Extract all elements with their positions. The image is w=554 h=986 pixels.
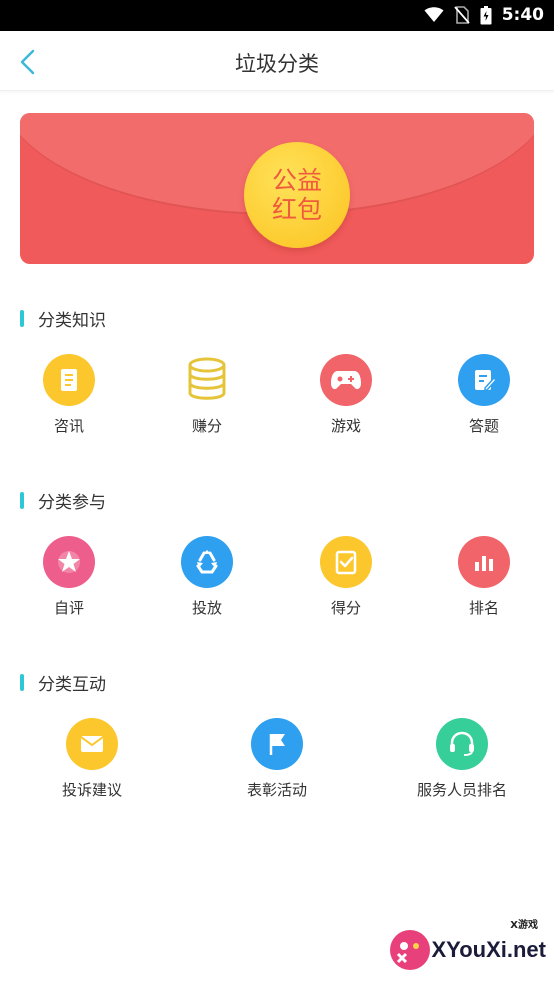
status-time: 5:40 [501,5,544,25]
gamepad-logo-icon [389,930,430,970]
site-watermark: XYouXi.net X游戏 [388,920,547,972]
section-title-interaction: 分类互动 [20,670,106,695]
mail-icon [66,718,118,770]
score-check-icon [320,536,372,588]
section-title-text: 分类互动 [38,675,106,695]
news-icon [43,354,95,406]
section-title-participation: 分类参与 [20,488,106,513]
watermark-brand: XYouXi.net [431,937,547,962]
grid-item-label: 排名 [468,599,499,617]
recycle-icon [181,536,233,588]
grid-item-self-evaluation[interactable]: 自评 [39,536,99,618]
watermark-tag: X游戏 [510,920,538,931]
status-bar: 5:40 [0,0,554,31]
charity-red-packet-banner[interactable]: 公益红包 [20,113,534,264]
bar-chart-icon [458,536,510,588]
grid-item-dispose[interactable]: 投放 [177,536,237,618]
grid-item-label: 得分 [330,599,361,617]
battery-icon [480,5,492,24]
section-title-text: 分类知识 [38,311,106,331]
banner-text: 公益红包 [271,166,322,224]
section-accent-bar [20,310,24,327]
page-title: 垃圾分类 [235,52,319,76]
no-sim-icon [454,6,470,24]
grid-item-score[interactable]: 得分 [316,536,376,618]
flag-icon [251,718,303,770]
grid-item-news[interactable]: 咨讯 [39,354,99,436]
grid-item-label: 投诉建议 [61,781,122,799]
grid-item-feedback[interactable]: 投诉建议 [52,718,132,800]
grid-item-label: 投放 [191,599,222,617]
section-accent-bar [20,492,24,509]
gamepad-icon [320,354,372,406]
section-accent-bar [20,674,24,691]
grid-item-label: 自评 [53,599,84,617]
grid-item-label: 赚分 [191,417,222,435]
section-title-text: 分类参与 [38,493,106,513]
grid-item-label: 游戏 [330,417,361,435]
app-header: 垃圾分类 [0,31,554,91]
star-badge-icon [43,536,95,588]
grid-item-label: 答题 [468,417,499,435]
coins-icon [181,354,233,406]
headset-icon [436,718,488,770]
grid-item-label: 表彰活动 [246,781,307,799]
grid-item-game[interactable]: 游戏 [316,354,376,436]
grid-item-quiz[interactable]: 答题 [454,354,514,436]
section-title-knowledge: 分类知识 [20,306,106,331]
grid-item-ranking[interactable]: 排名 [454,536,514,618]
edit-note-icon [458,354,510,406]
grid-item-commendation[interactable]: 表彰活动 [237,718,317,800]
grid-item-label: 咨讯 [53,417,84,435]
grid-item-label: 服务人员排名 [416,781,507,799]
wifi-icon [424,7,444,22]
grid-item-staff-ranking[interactable]: 服务人员排名 [407,718,517,800]
grid-item-earn-points[interactable]: 赚分 [177,354,237,436]
red-packet-seal: 公益红包 [244,142,350,248]
